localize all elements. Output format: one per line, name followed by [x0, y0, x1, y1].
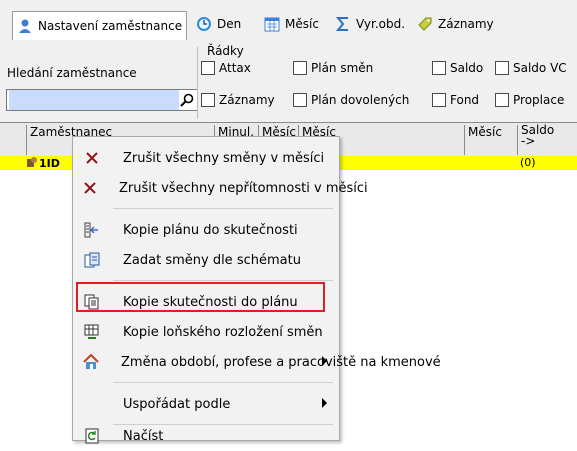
tab-bar: Nastavení zaměstnance Den Měsíc Vyr.obd.…	[0, 0, 577, 41]
checkbox-plan-dovolenych[interactable]: Plán dovolených	[293, 93, 409, 107]
tab-vyr-obd[interactable]: Vyr.obd.	[331, 13, 409, 35]
rows-group-title: Řádky	[207, 44, 244, 58]
tag-icon	[417, 16, 433, 32]
cross-icon	[83, 179, 97, 197]
menu-separator	[113, 208, 333, 209]
tab-label: Vyr.obd.	[356, 17, 406, 31]
checkbox-box[interactable]	[495, 93, 509, 107]
tab-label: Nastavení zaměstnance	[38, 19, 183, 33]
search-label: Hledání zaměstnance	[7, 66, 137, 80]
menu-item-label: Kopie loňského rozložení směn	[123, 324, 323, 340]
menu-separator	[113, 382, 333, 383]
user-icon	[17, 18, 33, 34]
checkbox-box[interactable]	[201, 93, 215, 107]
menu-item-zadat-smeny[interactable]: Zadat směny dle schématu	[73, 245, 337, 275]
column-header-saldo[interactable]: Saldo ->	[517, 124, 577, 155]
calendar-icon	[264, 16, 280, 32]
copy-plan-icon	[83, 221, 101, 239]
tab-label: Záznamy	[438, 17, 494, 31]
checkbox-box[interactable]	[293, 61, 307, 75]
menu-separator	[113, 280, 333, 281]
saldo-arrow: ->	[521, 134, 536, 148]
checkbox-plan-smen[interactable]: Plán směn	[293, 61, 373, 75]
checkbox-box[interactable]	[293, 93, 307, 107]
tab-den[interactable]: Den	[192, 13, 245, 35]
menu-item-zrusit-smeny[interactable]: Zrušit všechny směny v měsíci	[73, 143, 337, 173]
checkbox-box[interactable]	[201, 61, 215, 75]
search-icon[interactable]	[179, 92, 195, 108]
refresh-icon	[83, 427, 101, 445]
menu-item-zmena-obdobi[interactable]: Změna období, profese a pracoviště na km…	[73, 347, 441, 377]
checkbox-saldo-vc[interactable]: Saldo VC	[495, 61, 567, 75]
tab-nastaveni-zamestnance[interactable]: Nastavení zaměstnance	[12, 11, 188, 40]
checkbox-box[interactable]	[432, 61, 446, 75]
grid-copy-icon	[83, 323, 101, 341]
checkbox-saldo[interactable]: Saldo	[432, 61, 483, 75]
checkbox-box[interactable]	[432, 93, 446, 107]
employee-id: 1ID	[39, 157, 60, 170]
checkbox-zaznamy[interactable]: Záznamy	[201, 93, 275, 107]
checkbox-label: Fond	[450, 93, 480, 107]
submenu-arrow-icon	[322, 356, 327, 366]
tab-zaznamy[interactable]: Záznamy	[413, 13, 498, 35]
checkbox-box[interactable]	[495, 61, 509, 75]
employee-icon	[26, 156, 38, 171]
submenu-arrow-icon	[322, 398, 327, 408]
checkbox-fond[interactable]: Fond	[432, 93, 479, 107]
menu-item-label: Uspořádat podle	[123, 396, 231, 412]
row-saldo: (0)	[520, 156, 536, 169]
menu-item-label: Kopie plánu do skutečnosti	[123, 222, 298, 238]
menu-item-label: Zrušit všechny směny v měsíci	[123, 150, 325, 166]
highlight-box	[76, 282, 325, 312]
menu-item-label: Zadat směny dle schématu	[123, 252, 301, 268]
search-input[interactable]	[9, 90, 179, 110]
row-employee: 1ID	[26, 156, 60, 171]
checkbox-label: Saldo	[450, 61, 484, 75]
checkbox-proplace[interactable]: Proplace	[495, 93, 564, 107]
checkbox-label: Attax	[219, 61, 251, 75]
checkbox-label: Proplace	[513, 93, 565, 107]
menu-item-label: Změna období, profese a pracoviště na km…	[121, 354, 441, 370]
schema-icon	[83, 251, 101, 269]
checkbox-label: Záznamy	[219, 93, 275, 107]
checkbox-label: Plán dovolených	[311, 93, 410, 107]
menu-item-label: Zrušit všechny nepřítomnosti v měsíci	[119, 180, 368, 196]
checkbox-attax[interactable]: Attax	[201, 61, 251, 75]
home-icon	[83, 353, 99, 371]
checkbox-label: Plán směn	[311, 61, 374, 75]
menu-item-usporadat-podle[interactable]: Uspořádat podle	[73, 389, 337, 419]
sigma-icon	[335, 16, 351, 32]
rows-group: Řádky Attax Plán směn Saldo Saldo VC Záz…	[197, 44, 577, 119]
menu-item-zrusit-nepritomnosti[interactable]: Zrušit všechny nepřítomnosti v měsíci	[73, 173, 368, 203]
cross-icon	[83, 149, 101, 167]
menu-item-kopie-lonskeho[interactable]: Kopie loňského rozložení směn	[73, 317, 337, 347]
clock-icon	[196, 16, 212, 32]
menu-item-label: Načíst	[123, 428, 164, 444]
tab-label: Měsíc	[285, 17, 319, 31]
checkbox-label: Saldo VC	[513, 61, 567, 75]
menu-item-kopie-planu[interactable]: Kopie plánu do skutečnosti	[73, 215, 337, 245]
tab-mesic[interactable]: Měsíc	[260, 13, 323, 35]
menu-item-nacist[interactable]: Načíst	[73, 421, 337, 451]
tab-label: Den	[217, 17, 242, 31]
column-header-mesic[interactable]: Měsíc	[464, 125, 517, 155]
search-box	[6, 89, 198, 111]
